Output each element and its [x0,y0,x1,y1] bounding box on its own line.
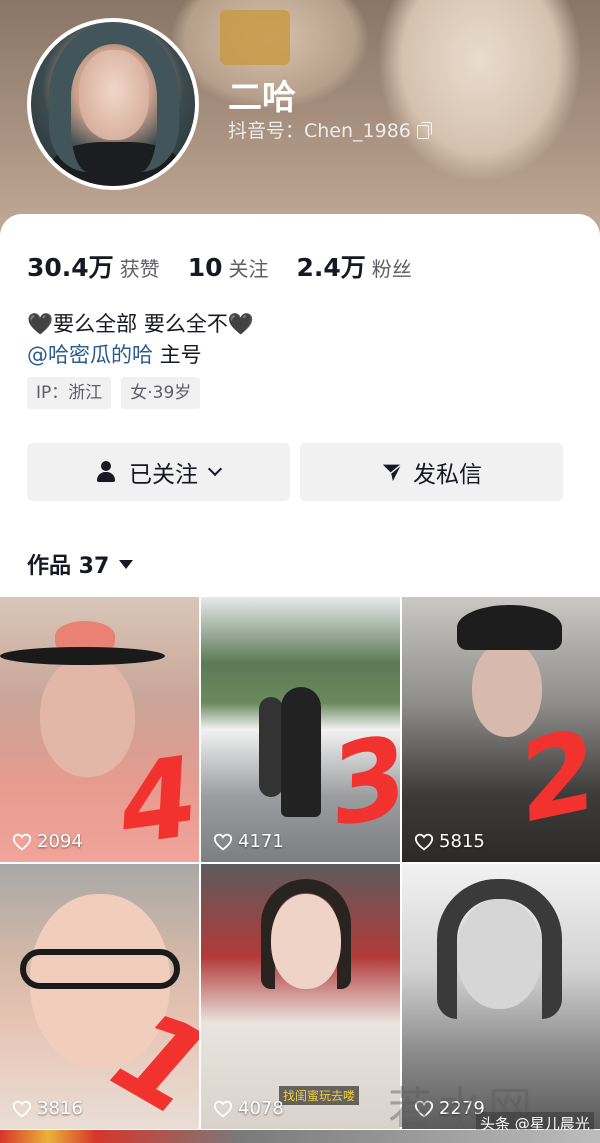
stat-followers-number: 2.4万 [296,253,366,282]
person-check-icon [97,461,119,483]
video-thumb-face [271,894,341,989]
video-likes-count: 4078 [238,1098,284,1119]
send-message-label: 发私信 [413,462,482,488]
stat-likes-label: 获赞 [119,257,160,281]
video-thumb-brow-sticker [0,647,165,665]
video-thumb-glasses [20,949,180,989]
send-message-button[interactable]: 发私信 [300,443,563,501]
heart-icon [12,1100,32,1117]
profile-stats: 30.4万 获赞 10 关注 2.4万 粉丝 [27,248,412,284]
video-likes-count: 3816 [37,1098,83,1119]
video-likes-count: 2094 [37,831,83,852]
tab-works[interactable]: 作品 37 [27,548,134,580]
triangle-down-icon[interactable] [119,559,134,569]
video-tile[interactable]: 3 4171 [201,597,400,862]
overlay-number: 4 [111,732,199,862]
stat-following-number: 10 [187,253,223,282]
background-photo-bag [220,10,290,65]
video-thumb-person [281,687,321,817]
video-likes: 5815 [414,831,485,852]
send-icon [382,464,402,482]
copy-icon[interactable] [416,121,432,139]
avatar[interactable] [27,18,199,190]
video-thumb-person [259,697,283,797]
profile-tags: IP：浙江 女·39岁 [27,377,201,409]
stat-following-label: 关注 [228,257,269,281]
bio-mention-line: @哈密瓜的哈 主号 [27,339,202,369]
overlay-number: 3 [320,711,400,851]
background-photo-figure-right [380,0,580,180]
stat-followers-label: 粉丝 [371,257,412,281]
tag-gender-age: 女·39岁 [121,377,201,409]
next-row-thumbnails-partial[interactable] [0,1130,600,1143]
tag-ip-location: IP：浙江 [27,377,112,409]
video-thumb-cap [457,605,562,650]
tab-works-label: 作品 37 [27,554,110,579]
video-tile[interactable]: 找闺蜜玩去喽 4078 [201,864,400,1129]
stat-following[interactable]: 10 关注 [188,253,269,282]
heart-icon [213,833,233,850]
followed-button[interactable]: 已关注 [27,443,290,501]
heart-icon [414,833,434,850]
video-likes-count: 4171 [238,831,284,852]
heart-icon [12,833,32,850]
stat-likes-number: 30.4万 [27,253,114,282]
heart-icon [213,1100,233,1117]
video-likes: 2094 [12,831,83,852]
stat-followers[interactable]: 2.4万 粉丝 [296,248,411,284]
avatar-face [79,50,149,140]
video-likes-count: 5815 [439,831,485,852]
nickname: 二哈 [228,78,296,118]
bio-text: 🖤要么全部 要么全不🖤 [27,312,254,336]
video-tile[interactable]: 4 2094 [0,597,199,862]
video-likes: 4078 [213,1098,284,1119]
video-likes: 3816 [12,1098,83,1119]
chevron-down-icon [207,461,223,477]
video-tile[interactable]: 1 3816 [0,864,199,1129]
video-thumb-face [457,899,542,1009]
bio-mention-suffix: 主号 [153,343,202,367]
stat-likes[interactable]: 30.4万 获赞 [27,248,160,284]
video-caption: 找闺蜜玩去喽 [279,1086,360,1105]
overlay-number: 2 [507,705,600,847]
followed-button-label: 已关注 [129,462,198,488]
douyin-id[interactable]: 抖音号：Chen_1986 [228,116,432,143]
video-likes: 4171 [213,831,284,852]
bio-mention-link[interactable]: @哈密瓜的哈 [27,343,153,367]
douyin-id-text: 抖音号：Chen_1986 [228,120,411,142]
video-tile[interactable]: 2 5815 [402,597,600,862]
